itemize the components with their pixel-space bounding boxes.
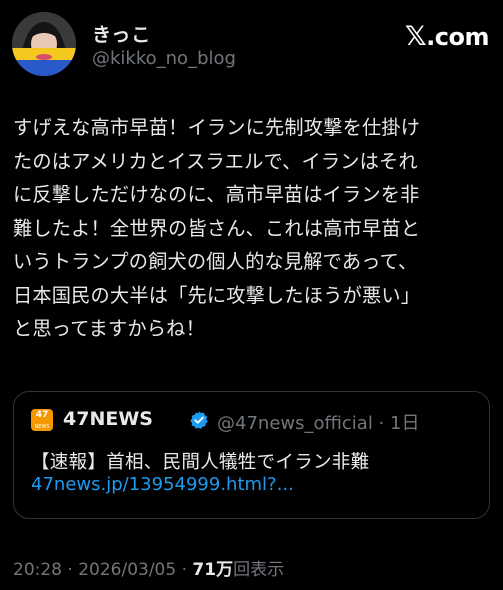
tweet-line: すげえな高市早苗！イランに先制攻撃を仕掛け (13, 116, 421, 139)
author-display-name[interactable]: きっこ (92, 20, 151, 47)
logo-number: 47 (35, 410, 49, 420)
quoted-author-name[interactable]: 47NEWS (63, 408, 153, 430)
tweet-line: と思ってますからね！ (13, 317, 205, 340)
quoted-tweet-card[interactable]: 47 NEWS 47NEWS @47news_official · 1日 【速報… (13, 391, 490, 519)
tweet-line: に反撃しただけなのに、高市早苗はイランを非 (13, 183, 420, 206)
quoted-tweet-text: 【速報】首相、民間人犠牲でイラン非難 (31, 452, 370, 473)
tweet-meta: 20:28 · 2026/03/05 · 71万回表示 (13, 555, 284, 580)
tweet-line: たのはアメリカとイスラエルで、イランはそれ (13, 149, 418, 173)
x-com-brand: 𝕏.com (404, 21, 490, 52)
verified-badge-icon (190, 411, 208, 429)
quoted-tweet-header: 47 NEWS 47NEWS @47news_official · 1日 (31, 408, 471, 435)
views-count: 71万 (192, 560, 234, 580)
tweet-page: きっこ @kikko_no_blog 𝕏.com すげえな高市早苗！イランに先制… (0, 0, 503, 590)
user-avatar[interactable] (12, 12, 76, 76)
x-com-suffix: .com (426, 23, 489, 51)
47news-logo-icon[interactable]: 47 NEWS (31, 409, 53, 431)
tweet-line: 難したよ！全世界の皆さん、これは高市早苗と (13, 216, 421, 240)
quoted-handle-time[interactable]: @47news_official · 1日 (217, 409, 419, 435)
tweet-line: 日本国民の大半は「先に攻撃したほうが悪い」 (13, 283, 421, 307)
x-logo-icon: 𝕏 (404, 21, 427, 52)
logo-sub: NEWS (34, 424, 50, 430)
views-label: 回表示 (233, 560, 285, 580)
tweet-body: すげえな高市早苗！イランに先制攻撃を仕掛け たのはアメリカとイスラエルで、イラン… (13, 111, 497, 346)
quoted-tweet-link[interactable]: 47news.jp/13954999.html?... (31, 474, 294, 495)
author-handle[interactable]: @kikko_no_blog (92, 48, 236, 69)
tweet-header: きっこ @kikko_no_blog 𝕏.com (12, 12, 491, 76)
tweet-timestamp[interactable]: 20:28 · 2026/03/05 · (13, 560, 192, 580)
tweet-line: いうトランプの飼犬の個人的な見解であって、 (13, 250, 418, 273)
